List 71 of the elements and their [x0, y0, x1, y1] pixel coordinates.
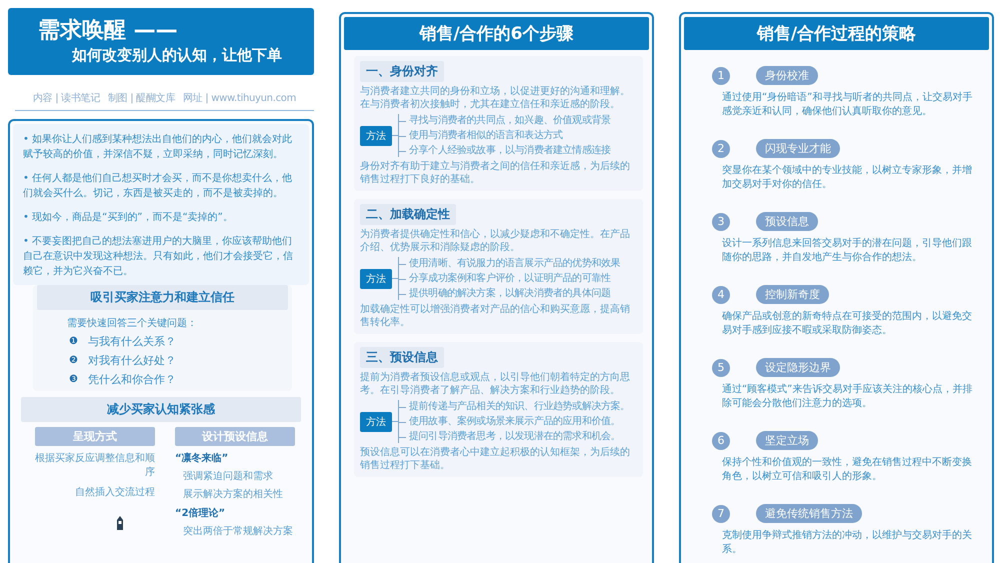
strategy-description: 保持个性和价值观的一致性，避免在销售过程中不断变换角色，以树立可信和吸引人的形象。	[722, 456, 973, 484]
method-item: 使用清晰、有说服力的语言展示产品的优势和效果	[399, 257, 620, 270]
method-item: 提供明确的解决方案，以解决消费者的具体问题	[399, 287, 620, 300]
theory-item: 突出两倍于常规解决方案	[183, 524, 293, 538]
strategy-description: 确保产品或创意的新奇特点在可接受的范围内，以避免交易对手感到应接不暇或采取防御姿态。	[722, 310, 973, 338]
questions-intro: 需要快速回答三个关键问题：	[67, 316, 197, 330]
card-heading: 销售/合作的6个步骤	[344, 17, 649, 50]
method-item: 使用故事、案例或场景来展示产品的应用和价值。	[399, 415, 630, 428]
method-item: 提问引导消费者思考，以发现潜在的需求和机会。	[399, 430, 630, 443]
strategy-description: 克制使用争辩式推销方法的冲动，以维护与交易对手的关系。	[722, 529, 973, 557]
strategy-title: 设定隐形边界	[756, 358, 840, 377]
strategy-description: 通过“顾客模式”来告诉交易对手应该关注的核心点，并排除可能会分散他们注意力的选项。	[722, 383, 974, 411]
theory-item: 强调紧迫问题和需求	[183, 470, 273, 483]
insight-text: • 如果你让人们感到某种想法出自他们的内心，他们就会对此赋予较高的价值，并深信不疑，立即采纳，同时记忆深刻。	[23, 132, 294, 162]
theory-item: 展示解决方案的相关性	[183, 488, 283, 501]
credit-text: 制图 | 醍醐文库	[108, 92, 176, 105]
insight-text: • 不要妄图把自己的想法塞进用户的大脑里，你应该帮助他们自己在意识中发现这种想法。只有如此，他们才会接受它，信赖它，并为它兴奋不已。	[23, 234, 294, 279]
strategy-title: 预设信息	[756, 212, 818, 231]
strategy-description: 通过使用“身份暗语”和寻找与听者的共同点，让交易对手感觉亲近和认同，确保他们认真听取你的意见。	[722, 91, 974, 119]
method-item: 使用与消费者相似的语言和表达方式	[399, 129, 611, 142]
credit-text: 网址 | www.tihuyun.com	[183, 92, 296, 105]
strategy-title: 坚定立场	[756, 431, 818, 450]
theory-heading: “凛冬来临”	[175, 451, 228, 465]
number-marker: ❷	[69, 355, 78, 366]
method-item: 寻找与消费者的共同点，如兴趣、价值观或背景	[399, 114, 611, 127]
theory-heading: “2倍理论”	[175, 506, 226, 520]
column-heading: 呈现方式	[35, 427, 155, 446]
strategy-title: 控制新奇度	[756, 285, 829, 304]
step-conclusion: 加载确定性可以增强消费者对产品的信心和购买意愿，提高销售转化率。	[360, 303, 631, 329]
step-conclusion: 预设信息可以在消费者心中建立起积极的认知框架，为后续的销售过程打下基础。	[360, 446, 631, 472]
strategy-title: 闪现专业才能	[756, 139, 840, 158]
column-heading: 设计预设信息	[175, 427, 295, 446]
number-badge: 6	[712, 432, 730, 450]
question-text: 与我有什么关系？	[88, 334, 176, 349]
poster-title: 需求唤醒 ——	[38, 18, 178, 44]
card-heading: 销售/合作过程的策略	[684, 17, 989, 50]
step-intro: 提前为消费者预设信息或观点，以引导他们朝着特定的方向思考。在引导消费者了解产品、解决方案和行业趋势的阶段。	[360, 371, 631, 397]
poster-subtitle: 如何改变别人的认知，让他下单	[72, 46, 282, 65]
strategy-description: 设计一系列信息来回答交易对手的潜在问题，引导他们跟随你的思路，并自发地产生与你合作的想法。	[722, 237, 973, 265]
step-intro: 与消费者建立共同的身份和立场，以促进更好的沟通和理解。在与消费者初次接触时，尤其在建立信任和亲近感的阶段。	[360, 85, 631, 111]
number-badge: 4	[712, 286, 730, 304]
insight-text: • 现如今，商品是“买到的”，而不是“卖掉的”。	[23, 210, 234, 225]
method-item: 分享成功案例和客户评价，以证明产品的可靠性	[399, 272, 620, 285]
strategy-description: 突显你在某个领域中的专业技能，以树立专家形象，并增加交易对手对你的信任。	[722, 164, 973, 192]
number-badge: 5	[712, 358, 730, 376]
method-label: 方法	[360, 126, 392, 146]
insight-text: • 任何人都是他们自己想买时才会买，而不是你想卖什么，他们就会买什么。切记，东西是被买走的，而不是被卖掉的。	[23, 172, 294, 201]
step-heading: 一、身份对齐	[360, 61, 444, 82]
number-marker: ❸	[69, 374, 78, 385]
number-badge: 7	[712, 504, 730, 522]
method-item: 分享个人经验或故事，以与消费者建立情感连接	[399, 144, 611, 157]
step-heading: 三、预设信息	[360, 347, 444, 368]
method-item: 提前传递与产品相关的知识、行业趋势或解决方案。	[399, 400, 630, 413]
section-heading: 吸引买家注意力和建立信任	[37, 285, 288, 310]
strategy-title: 避免传统销售方法	[756, 504, 862, 523]
presentation-item: 自然插入交流过程	[74, 486, 155, 500]
number-badge: 3	[712, 212, 730, 230]
presentation-item: 根据买家反应调整信息和顺序	[35, 452, 155, 480]
credit-text: 内容 | 读书笔记	[32, 92, 100, 105]
step-heading: 二、加载确定性	[360, 204, 456, 225]
question-text: 凭什么和你合作？	[88, 372, 176, 387]
question-text: 对我有什么好处？	[88, 353, 176, 368]
number-marker: ❶	[69, 336, 78, 347]
method-label: 方法	[360, 268, 392, 288]
section-heading: 减少买家认知紧张感	[21, 397, 301, 422]
step-conclusion: 身份对齐有助于建立与消费者之间的信任和亲近感，为后续的销售过程打下良好的基础。	[360, 160, 631, 186]
step-intro: 为消费者提供确定性和信心，以减少疑虑和不确定性。在产品介绍、优势展示和消除疑虑的阶段。	[360, 228, 631, 254]
number-badge: 2	[712, 140, 730, 158]
method-label: 方法	[360, 412, 392, 432]
number-badge: 1	[712, 66, 730, 84]
strategy-title: 身份校准	[756, 66, 818, 85]
